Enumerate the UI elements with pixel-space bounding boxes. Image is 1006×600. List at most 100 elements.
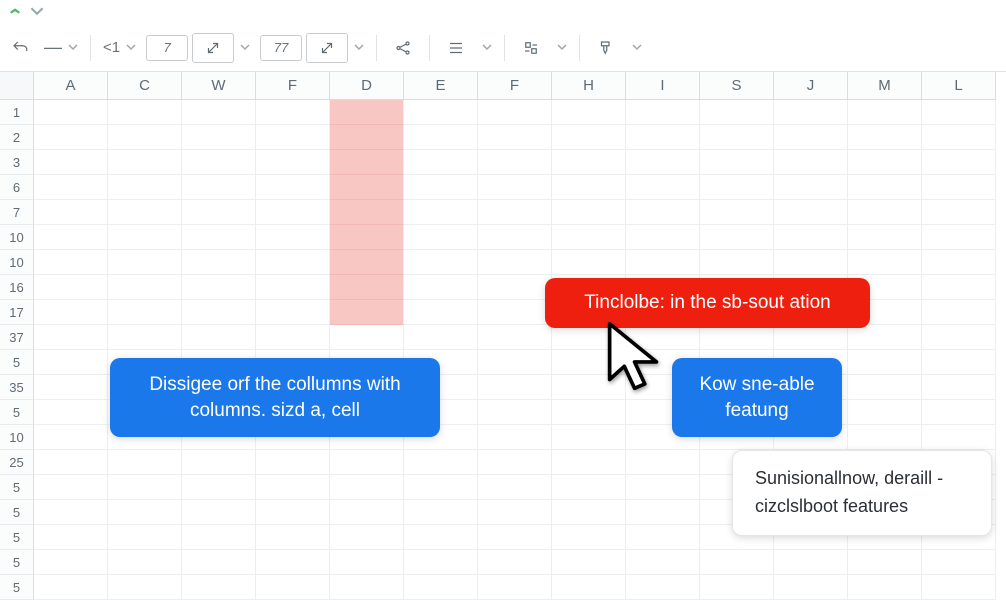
cell[interactable] [330, 550, 404, 575]
cell[interactable] [700, 325, 774, 350]
cell[interactable] [848, 425, 922, 450]
cell[interactable] [552, 500, 626, 525]
column-header[interactable]: A [34, 72, 108, 100]
row-header[interactable]: 10 [0, 250, 34, 275]
cell[interactable] [404, 225, 478, 250]
column-header[interactable]: F [256, 72, 330, 100]
cell[interactable] [700, 550, 774, 575]
cell[interactable] [848, 225, 922, 250]
cell[interactable] [256, 300, 330, 325]
cell[interactable] [552, 350, 626, 375]
cell[interactable] [404, 200, 478, 225]
cell[interactable] [256, 250, 330, 275]
column-header[interactable]: I [626, 72, 700, 100]
cell[interactable] [552, 375, 626, 400]
cell[interactable] [478, 375, 552, 400]
row-header[interactable]: 10 [0, 425, 34, 450]
cell[interactable] [108, 575, 182, 600]
cell[interactable] [922, 325, 996, 350]
align-icon[interactable] [442, 33, 470, 63]
cell[interactable] [774, 550, 848, 575]
cell[interactable] [774, 325, 848, 350]
cell[interactable] [34, 575, 108, 600]
cell[interactable] [848, 350, 922, 375]
cell[interactable] [922, 200, 996, 225]
resize-diag-icon-2[interactable] [306, 33, 348, 63]
cell[interactable] [182, 575, 256, 600]
cell[interactable] [626, 325, 700, 350]
cell[interactable] [848, 550, 922, 575]
row-header[interactable]: 5 [0, 550, 34, 575]
cell[interactable] [552, 175, 626, 200]
cell[interactable] [552, 325, 626, 350]
cell[interactable] [478, 225, 552, 250]
cell[interactable] [922, 375, 996, 400]
column-header[interactable]: D [330, 72, 404, 100]
cell[interactable] [34, 550, 108, 575]
cell[interactable] [108, 500, 182, 525]
row-header[interactable]: 5 [0, 400, 34, 425]
cell[interactable] [478, 500, 552, 525]
cell[interactable] [330, 575, 404, 600]
row-header[interactable]: 17 [0, 300, 34, 325]
row-header[interactable]: 5 [0, 500, 34, 525]
cell[interactable] [404, 550, 478, 575]
cell[interactable] [922, 275, 996, 300]
cell[interactable] [478, 275, 552, 300]
cell[interactable] [34, 125, 108, 150]
cell[interactable] [404, 250, 478, 275]
cell[interactable] [182, 300, 256, 325]
cell[interactable] [478, 125, 552, 150]
cell[interactable] [330, 475, 404, 500]
cell[interactable] [34, 275, 108, 300]
cell[interactable] [774, 100, 848, 125]
cell[interactable] [256, 175, 330, 200]
size-input-1[interactable]: 7 [146, 35, 188, 61]
cell[interactable] [626, 125, 700, 150]
format-paint-icon[interactable] [592, 33, 620, 63]
cell[interactable] [330, 275, 404, 300]
cell[interactable] [404, 150, 478, 175]
cell[interactable] [848, 575, 922, 600]
cell[interactable] [626, 500, 700, 525]
cell[interactable] [34, 325, 108, 350]
cell[interactable] [848, 150, 922, 175]
cell[interactable] [922, 400, 996, 425]
cell[interactable] [848, 200, 922, 225]
cell[interactable] [848, 325, 922, 350]
cell[interactable] [774, 200, 848, 225]
cell[interactable] [478, 525, 552, 550]
cell[interactable] [256, 225, 330, 250]
cell[interactable] [774, 575, 848, 600]
cell[interactable] [626, 525, 700, 550]
row-header[interactable]: 5 [0, 350, 34, 375]
cell[interactable] [108, 275, 182, 300]
resize-diag-icon[interactable] [192, 33, 234, 63]
cell[interactable] [774, 225, 848, 250]
cell[interactable] [774, 125, 848, 150]
cell[interactable] [34, 475, 108, 500]
cell[interactable] [182, 525, 256, 550]
cell[interactable] [478, 475, 552, 500]
cell[interactable] [478, 175, 552, 200]
cell[interactable] [108, 225, 182, 250]
cell[interactable] [182, 475, 256, 500]
cell[interactable] [108, 475, 182, 500]
cell[interactable] [34, 100, 108, 125]
cell[interactable] [404, 325, 478, 350]
cell[interactable] [922, 175, 996, 200]
cell[interactable] [34, 375, 108, 400]
size-input-2[interactable]: 77 [260, 35, 302, 61]
column-header[interactable]: S [700, 72, 774, 100]
cell[interactable] [108, 525, 182, 550]
cell[interactable] [774, 175, 848, 200]
arrange-icon[interactable] [517, 33, 545, 63]
row-header[interactable]: 3 [0, 150, 34, 175]
cell[interactable] [108, 250, 182, 275]
cell[interactable] [330, 225, 404, 250]
cell[interactable] [478, 250, 552, 275]
cell[interactable] [700, 175, 774, 200]
cell[interactable] [330, 500, 404, 525]
chevron-down-icon[interactable] [632, 39, 642, 57]
cell[interactable] [552, 550, 626, 575]
